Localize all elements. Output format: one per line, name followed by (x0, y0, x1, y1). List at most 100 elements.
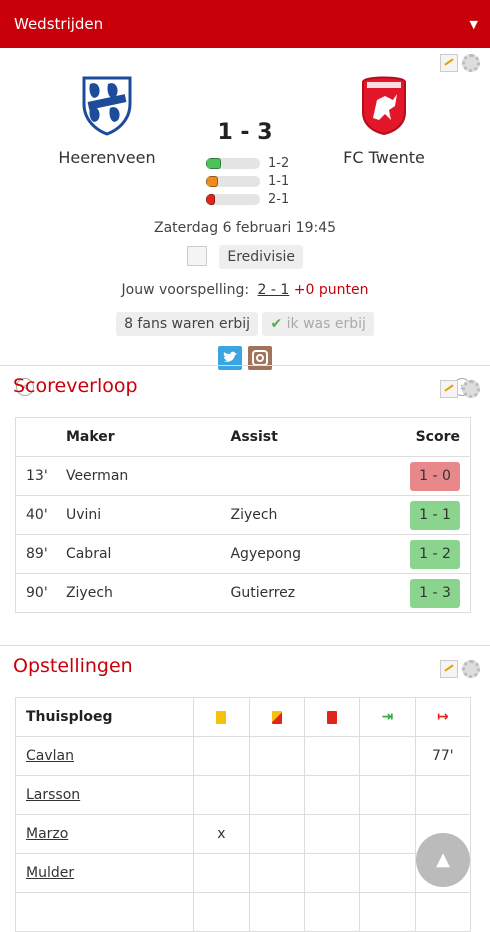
sub-out-cell (414, 892, 472, 932)
i-was-there-label: ik was erbij (286, 316, 366, 332)
divider (0, 645, 490, 646)
red-card-icon (327, 710, 338, 724)
score-timeline-table: Maker Assist Score 13' Veerman 1 - 0 40'… (15, 417, 471, 613)
second-yellow-cell (248, 775, 305, 815)
red-card-cell (303, 775, 361, 815)
goal-assist: Agyepong (220, 534, 400, 574)
gear-icon[interactable] (462, 660, 480, 678)
yellow-card-cell (193, 892, 250, 932)
goal-maker: Uvini (55, 495, 221, 535)
player-link[interactable]: Larsson (26, 787, 80, 803)
yellow-card-cell (193, 853, 250, 893)
prediction-label-text: Jouw voorspelling: (121, 282, 250, 298)
yellow-card-cell (193, 775, 250, 815)
prediction-points: +0 punten (293, 282, 369, 298)
red-card-cell (303, 814, 361, 854)
prediction-value-link[interactable]: 2 - 1 (258, 282, 290, 298)
second-yellow-cell (248, 853, 305, 893)
red-card-cell (303, 853, 361, 893)
prediction-row: 1-2 (206, 154, 289, 172)
scroll-to-top-button[interactable]: ▲ (416, 833, 470, 887)
sub-in-cell (359, 814, 416, 854)
prediction-row: 1-1 (206, 172, 289, 190)
edit-prediction-icon[interactable] (186, 246, 207, 266)
arrow-up-icon: ▲ (436, 849, 450, 870)
goal-assist: Gutierrez (220, 573, 400, 613)
scoreverloop-title: Scoreverloop (13, 375, 138, 397)
second-yellow-cell (248, 736, 305, 776)
away-team-name: FC Twente (343, 148, 425, 167)
table-row (14, 892, 472, 932)
table-row: Cavlan 77' (14, 736, 472, 776)
sub-in-cell (359, 775, 416, 815)
goal-minute: 90' (15, 573, 56, 613)
player-link[interactable]: Mulder (26, 865, 74, 881)
matches-dropdown[interactable]: Wedstrijden ▼ (0, 0, 490, 48)
match-score: 1 - 3 (217, 120, 273, 145)
i-was-there-button[interactable]: ✔ ik was erbij (262, 312, 374, 336)
red-card-cell (303, 736, 361, 776)
lineup-table: Thuisploeg ⇥ ↦ Cavlan 77' Larsson Marzo … (14, 697, 472, 932)
table-row: 89' Cabral Agyepong 1 - 2 (15, 534, 471, 574)
goal-minute: 13' (15, 456, 56, 496)
sub-in-cell (359, 853, 416, 893)
yellow-card-cell (193, 736, 250, 776)
table-row: Larsson (14, 775, 472, 815)
prediction-label: 1-2 (268, 155, 290, 171)
gear-icon[interactable] (462, 380, 480, 398)
opstellingen-title: Opstellingen (13, 655, 133, 677)
prediction-bar (206, 175, 218, 187)
edit-icon[interactable] (440, 380, 458, 398)
caret-down-icon: ▼ (469, 17, 478, 31)
prediction-bar (206, 193, 216, 205)
player-link[interactable]: Cavlan (26, 748, 74, 764)
sub-in-cell (359, 736, 416, 776)
table-row: 40' Uvini Ziyech 1 - 1 (15, 495, 471, 535)
fans-count-button[interactable]: 8 fans waren erbij (116, 312, 259, 336)
match-datetime: Zaterdag 6 februari 19:45 (153, 220, 337, 236)
goal-assist (220, 456, 400, 496)
matches-title: Wedstrijden (14, 15, 104, 33)
second-yellow-cell (248, 814, 305, 854)
goal-score-badge: 1 - 1 (410, 500, 460, 530)
match-card: Heerenveen FC Twente 1 - 3 1-2 1-1 2-1 Z… (0, 48, 490, 396)
second-yellow-cell (248, 892, 305, 932)
goal-score-badge: 1 - 3 (410, 578, 460, 608)
red-card-cell (303, 892, 361, 932)
prediction-bar (206, 157, 222, 169)
sub-out-cell: 77' (414, 736, 472, 776)
edit-icon[interactable] (440, 54, 458, 72)
substitution-in-icon: ⇥ (381, 709, 394, 725)
instagram-icon[interactable] (248, 346, 273, 370)
goal-score-badge: 1 - 0 (410, 461, 460, 491)
home-team-name: Heerenveen (58, 148, 156, 167)
sub-in-cell (359, 892, 416, 932)
divider (0, 365, 490, 366)
table-row: Mulder (14, 853, 472, 893)
yellow-card-icon (216, 710, 227, 724)
goal-score-badge: 1 - 2 (410, 539, 460, 569)
prediction-label: 2-1 (268, 191, 290, 207)
col-maker: Maker (65, 429, 115, 445)
substitution-out-icon: ↦ (436, 709, 449, 725)
goal-maker: Cabral (55, 534, 221, 574)
twitter-icon[interactable] (217, 346, 242, 370)
home-team-label: Thuisploeg (14, 697, 195, 737)
competition-badge[interactable]: Eredivisie (219, 245, 304, 269)
prediction-label: 1-1 (268, 173, 290, 189)
sub-out-cell (414, 775, 472, 815)
checkmark-icon: ✔ (270, 316, 283, 332)
prediction-stats: 1-2 1-1 2-1 (206, 154, 289, 208)
goal-minute: 89' (15, 534, 56, 574)
player-link[interactable]: Marzo (26, 826, 68, 842)
user-prediction: Jouw voorspelling: 2 - 1 +0 punten (0, 282, 490, 298)
yellow-card-cell: x (193, 814, 250, 854)
goal-maker: Veerman (55, 456, 221, 496)
table-header: Thuisploeg ⇥ ↦ (14, 697, 472, 737)
table-row: Marzo x (14, 814, 472, 854)
gear-icon[interactable] (462, 54, 480, 72)
table-header: Maker Assist Score (16, 418, 471, 457)
col-assist: Assist (230, 429, 278, 445)
second-yellow-card-icon (271, 710, 282, 724)
edit-icon[interactable] (440, 660, 458, 678)
